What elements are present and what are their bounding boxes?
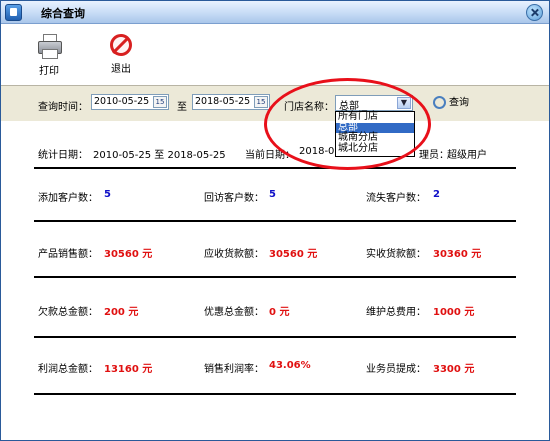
store-dropdown-list: 所有门店 总部 城南分店 城北分店	[335, 111, 415, 157]
query-button[interactable]: 查询	[433, 96, 469, 112]
product-sales-label: 产品销售额：	[38, 249, 98, 260]
stat-date-label: 统计日期：	[38, 150, 88, 161]
start-date-value: 2010-05-25	[94, 96, 150, 107]
operator-value: 超级用户	[447, 150, 487, 161]
current-date-label: 当前日期：	[245, 150, 295, 161]
print-label: 打印	[39, 66, 59, 77]
receivable-label: 应收货款额：	[204, 249, 264, 260]
maintenance-cost-value: 1000 元	[433, 307, 475, 318]
new-customers-label: 添加客户数：	[38, 193, 98, 204]
window-title: 综合查询	[41, 7, 85, 20]
store-option[interactable]: 城南分店	[336, 132, 414, 144]
divider	[34, 276, 516, 278]
profit-margin-label: 销售利润率：	[204, 364, 264, 375]
query-label: 查询	[449, 97, 469, 109]
store-option[interactable]: 所有门店	[336, 111, 414, 123]
received-label: 实收货款额：	[366, 249, 426, 260]
store-name-label: 门店名称：	[284, 102, 334, 113]
store-select[interactable]: 总部 ▼	[335, 95, 413, 112]
title-bar: 综合查询	[1, 1, 549, 24]
profit-total-label: 利润总金额：	[38, 364, 98, 375]
maintenance-cost-label: 维护总费用：	[366, 307, 426, 318]
stat-date-range: 2010-05-25 至 2018-05-25	[93, 150, 226, 161]
lost-customers-value: 2	[433, 189, 440, 200]
window: 综合查询 打印 退出 查询时间： 2010-05-25 15 至 2018-05…	[0, 0, 550, 441]
received-value: 30360 元	[433, 249, 482, 260]
product-sales-value: 30560 元	[104, 249, 153, 260]
store-selected-value: 总部	[339, 101, 359, 112]
new-customers-value: 5	[104, 189, 111, 200]
end-date-field[interactable]: 2018-05-25 15	[192, 94, 270, 110]
query-time-label: 查询时间：	[38, 102, 88, 113]
report-content: 统计日期： 2010-05-25 至 2018-05-25 当前日期： 2018…	[1, 121, 549, 440]
chevron-down-icon[interactable]: ▼	[397, 97, 411, 109]
search-icon	[433, 96, 446, 109]
no-entry-icon	[110, 34, 132, 56]
end-date-value: 2018-05-25	[195, 96, 251, 107]
profit-margin-value: 43.06%	[269, 360, 311, 371]
debt-total-label: 欠款总金额：	[38, 307, 98, 318]
start-date-field[interactable]: 2010-05-25 15	[91, 94, 169, 110]
commission-value: 3300 元	[433, 364, 475, 375]
divider	[34, 393, 516, 395]
divider	[34, 220, 516, 222]
exit-label: 退出	[111, 64, 131, 75]
close-button[interactable]	[526, 4, 543, 21]
debt-total-value: 200 元	[104, 307, 139, 318]
discount-total-label: 优惠总金额：	[204, 307, 264, 318]
filter-bar: 查询时间： 2010-05-25 15 至 2018-05-25 15 门店名称…	[1, 85, 549, 122]
operator-label: 理员：	[419, 150, 449, 161]
calendar-icon[interactable]: 15	[254, 96, 268, 108]
exit-button[interactable]: 退出	[101, 34, 141, 75]
app-icon	[5, 4, 22, 21]
calendar-icon[interactable]: 15	[153, 96, 167, 108]
print-button[interactable]: 打印	[29, 34, 69, 77]
divider	[34, 167, 516, 169]
discount-total-value: 0 元	[269, 307, 290, 318]
revisit-customers-label: 回访客户数：	[204, 193, 264, 204]
receivable-value: 30560 元	[269, 249, 318, 260]
store-option[interactable]: 城北分店	[336, 143, 414, 155]
date-to-label: 至	[177, 102, 187, 113]
printer-icon	[37, 34, 62, 59]
revisit-customers-value: 5	[269, 189, 276, 200]
profit-total-value: 13160 元	[104, 364, 153, 375]
commission-label: 业务员提成：	[366, 364, 426, 375]
lost-customers-label: 流失客户数：	[366, 193, 426, 204]
divider	[34, 336, 516, 338]
toolbar: 打印 退出	[1, 24, 549, 84]
